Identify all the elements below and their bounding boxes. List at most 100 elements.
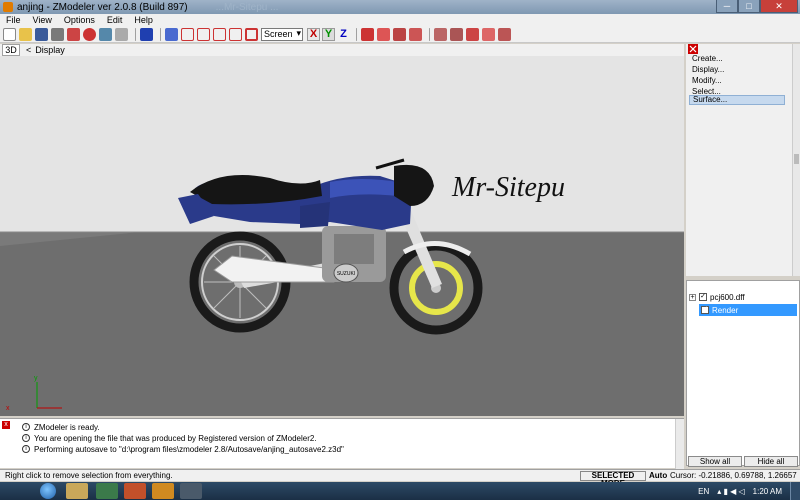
log-close-icon[interactable]: x: [2, 421, 10, 429]
undo-icon[interactable]: [99, 27, 112, 41]
status-hint: Right click to remove selection from eve…: [5, 471, 173, 480]
tree-item-label: Render: [712, 305, 739, 315]
tree-item-label: pcj600.dff: [710, 292, 745, 302]
tool-icon[interactable]: [434, 27, 447, 41]
open-folder-icon[interactable]: [19, 27, 32, 41]
tool-icon[interactable]: [450, 27, 463, 41]
hide-all-button[interactable]: Hide all: [744, 456, 798, 467]
toolbar: Screen X Y Z: [0, 26, 800, 43]
save-icon[interactable]: [35, 27, 48, 41]
language-indicator[interactable]: EN: [698, 487, 709, 496]
tool-icon[interactable]: [498, 27, 511, 41]
command-modify[interactable]: Modify...: [689, 76, 785, 86]
tree-item-render[interactable]: ✓ Render: [699, 304, 797, 316]
select-box-icon[interactable]: [197, 27, 210, 41]
close-button[interactable]: ✕: [760, 0, 798, 13]
zmodeler-taskbar-icon[interactable]: [152, 483, 174, 499]
info-icon: i: [22, 445, 30, 453]
log-line: i You are opening the file that was prod…: [22, 433, 317, 443]
tool-icon[interactable]: [482, 27, 495, 41]
app-icon: [3, 2, 13, 12]
command-create[interactable]: Create...: [689, 54, 785, 64]
object-icon[interactable]: [140, 27, 153, 41]
maximize-button[interactable]: □: [738, 0, 760, 13]
tool-icon[interactable]: [409, 27, 422, 41]
axis-x-button[interactable]: X: [307, 27, 320, 41]
log-text: Performing autosave to "d:\program files…: [34, 444, 344, 454]
minimize-button[interactable]: ─: [716, 0, 738, 13]
mr-sitepu-overlay-text: Mr-Sitepu: [451, 172, 565, 203]
explorer-taskbar-icon[interactable]: [66, 483, 88, 499]
system-tray: EN ▴ ▮ ◀ ◁ 1:20 AM: [698, 482, 800, 500]
tray-icons[interactable]: ▴ ▮ ◀ ◁: [717, 487, 744, 496]
log-line: i ZModeler is ready.: [22, 422, 100, 432]
log-panel: x i ZModeler is ready. i You are opening…: [0, 418, 684, 469]
select-all-icon[interactable]: [181, 27, 194, 41]
toolbar-separator: [356, 27, 357, 41]
log-text: You are opening the file that was produc…: [34, 433, 317, 443]
select-icon[interactable]: [165, 27, 178, 41]
menu-help[interactable]: Help: [134, 15, 153, 25]
menu-view[interactable]: View: [33, 15, 52, 25]
menu-file[interactable]: File: [6, 15, 21, 25]
log-text: ZModeler is ready.: [34, 422, 100, 432]
menu-edit[interactable]: Edit: [107, 15, 123, 25]
viewport-tab-3d[interactable]: 3D: [2, 44, 20, 56]
viewport-display-label[interactable]: Display: [35, 45, 65, 55]
select-face-icon[interactable]: [229, 27, 242, 41]
app-taskbar-icon[interactable]: [180, 483, 202, 499]
record-icon[interactable]: [83, 27, 96, 41]
command-surface[interactable]: Surface...: [689, 95, 785, 105]
move-icon[interactable]: [361, 27, 374, 41]
log-scrollbar[interactable]: [675, 419, 684, 469]
info-icon: i: [22, 423, 30, 431]
info-icon: i: [22, 434, 30, 442]
tool-icon[interactable]: [466, 27, 479, 41]
command-display[interactable]: Display...: [689, 65, 785, 75]
print-icon[interactable]: [51, 27, 64, 41]
checkbox-checked-icon[interactable]: ✓: [699, 293, 707, 301]
view-mode-select[interactable]: Screen: [261, 27, 303, 41]
scale-icon[interactable]: [393, 27, 406, 41]
show-desktop-button[interactable]: [790, 482, 800, 500]
axis-y-label: y: [34, 375, 38, 382]
expand-icon[interactable]: +: [689, 293, 696, 301]
engine-fins: [334, 234, 374, 264]
checkbox-checked-icon[interactable]: ✓: [701, 306, 709, 314]
rotate-icon[interactable]: [377, 27, 390, 41]
app-taskbar-icon[interactable]: [96, 483, 118, 499]
clock[interactable]: 1:20 AM: [753, 487, 782, 496]
axis-x-label: x: [6, 405, 10, 412]
viewport-header: 3D < Display: [0, 44, 684, 56]
new-file-icon[interactable]: [3, 27, 16, 41]
window-title-ghost: ...Mr-Sitepu ...: [215, 1, 279, 13]
menu-options[interactable]: Options: [64, 15, 95, 25]
select-object-icon[interactable]: [245, 27, 258, 41]
command-panel: Create... Display... Modify... Select...…: [686, 44, 800, 276]
start-button[interactable]: [40, 483, 56, 499]
panel-close-icon[interactable]: [688, 44, 698, 54]
axis-z-button[interactable]: Z: [337, 27, 350, 41]
cursor-readout: Cursor: -0.21886, 0.69788, 1.26657: [670, 471, 797, 480]
title-bar: anjing - ZModeler ver 2.0.8 (Build 897) …: [0, 0, 800, 14]
browser-taskbar-icon[interactable]: [124, 483, 146, 499]
command-panel-scrollbar[interactable]: [792, 44, 800, 276]
auto-indicator[interactable]: Auto: [649, 471, 667, 480]
status-bar: Right click to remove selection from eve…: [0, 469, 800, 488]
bike-brand-label: SUZUKI: [337, 271, 355, 277]
viewport-arrow[interactable]: <: [26, 45, 31, 55]
toolbar-separator: [135, 27, 136, 41]
axis-y-button[interactable]: Y: [322, 27, 335, 41]
toolbar-separator: [429, 27, 430, 41]
select-vertex-icon[interactable]: [213, 27, 226, 41]
tree-item-pcj600[interactable]: + ✓ pcj600.dff: [689, 291, 745, 303]
taskbar: EN ▴ ▮ ◀ ◁ 1:20 AM: [0, 482, 800, 500]
viewport-3d[interactable]: SUZUKI Mr-Sitepu y x: [0, 56, 684, 416]
scrollbar-thumb[interactable]: [794, 154, 799, 164]
show-all-button[interactable]: Show all: [688, 456, 742, 467]
redo-icon[interactable]: [115, 27, 128, 41]
selected-mode-indicator[interactable]: SELECTED MODE: [580, 471, 646, 488]
menu-bar: File View Options Edit Help: [0, 14, 800, 26]
viewport-scene: SUZUKI Mr-Sitepu y x: [0, 158, 684, 416]
import-icon[interactable]: [67, 27, 80, 41]
